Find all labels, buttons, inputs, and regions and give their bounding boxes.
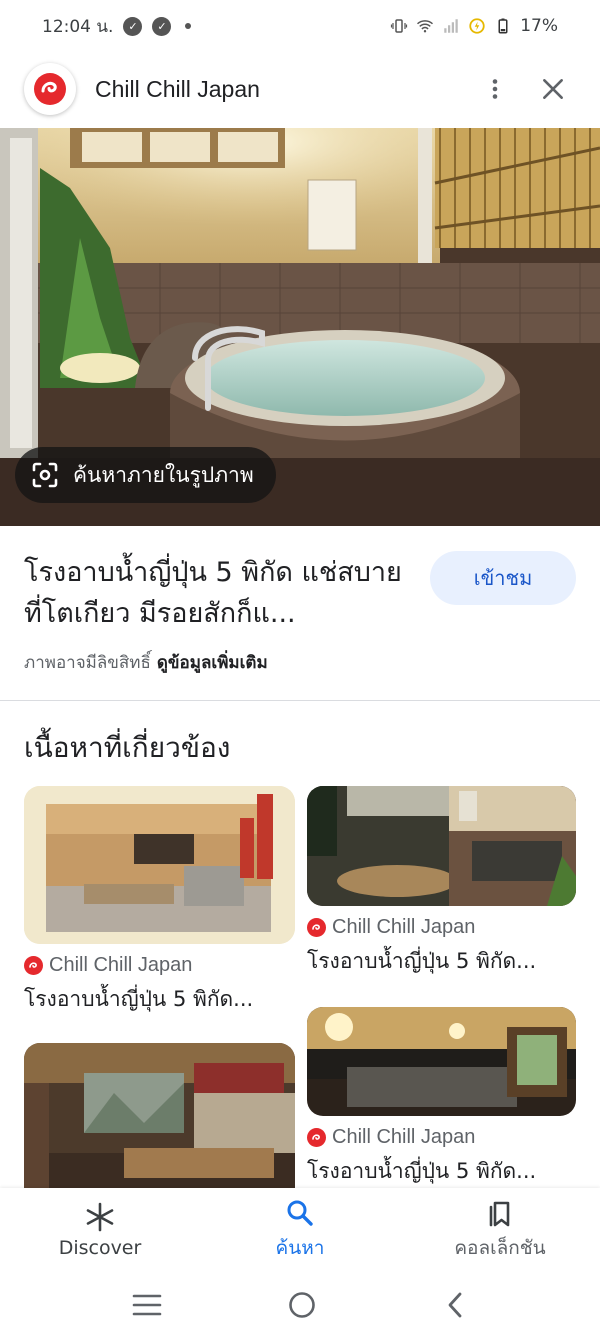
close-icon bbox=[543, 79, 563, 99]
lens-label: ค้นหาภายในรูปภาพ bbox=[73, 462, 254, 487]
card-source: Chill Chill Japan bbox=[307, 1126, 576, 1149]
card-source-name: Chill Chill Japan bbox=[332, 916, 476, 938]
signal-icon bbox=[444, 19, 458, 33]
status-time: 12:04 น. bbox=[42, 16, 114, 37]
card-source-name: Chill Chill Japan bbox=[49, 954, 193, 976]
nav-label: ค้นหา bbox=[275, 1237, 325, 1259]
card-title: โรงอาบน้ำญี่ปุ่น 5 พิกัด... bbox=[307, 1159, 537, 1183]
card-title: โรงอาบน้ำญี่ปุ่น 5 พิกัด... bbox=[24, 987, 254, 1011]
related-card[interactable] bbox=[24, 1043, 295, 1203]
related-card[interactable]: Chill Chill Japan โรงอาบน้ำญี่ปุ่น 5 พิก… bbox=[24, 786, 295, 1016]
vibrate-icon bbox=[391, 19, 408, 33]
copyright-line: ภาพอาจมีลิขสิทธิ์ ดูข้อมูลเพิ่มเติม bbox=[24, 649, 268, 676]
result-title[interactable]: โรงอาบน้ำญี่ปุ่น 5 พิกัด แช่สบายที่โตเกี… bbox=[24, 552, 409, 636]
app-header: Chill Chill Japan bbox=[0, 56, 600, 122]
related-card-image[interactable] bbox=[307, 1007, 576, 1116]
back-icon[interactable] bbox=[442, 1290, 468, 1320]
nav-collections[interactable]: คอลเล็กชัน bbox=[400, 1188, 600, 1272]
status-bar: 12:04 น. ✓ ✓ 17% bbox=[0, 0, 600, 52]
more-options-button[interactable] bbox=[466, 60, 524, 118]
chill-chill-japan-logo-icon bbox=[34, 73, 66, 105]
more-notifications-icon bbox=[185, 23, 192, 29]
search-icon bbox=[287, 1200, 313, 1226]
recent-apps-icon[interactable] bbox=[132, 1292, 162, 1318]
asterisk-icon bbox=[86, 1202, 114, 1232]
close-button[interactable] bbox=[524, 60, 582, 118]
card-title: โรงอาบน้ำญี่ปุ่น 5 พิกัด... bbox=[307, 949, 537, 973]
home-icon[interactable] bbox=[287, 1290, 317, 1320]
more-info-link[interactable]: ดูข้อมูลเพิ่มเติม bbox=[157, 653, 268, 673]
bath-photo bbox=[24, 786, 295, 944]
card-source-name: Chill Chill Japan bbox=[332, 1126, 476, 1148]
hero-image[interactable]: ค้นหาภายในรูปภาพ bbox=[0, 128, 600, 526]
bookmarks-icon bbox=[489, 1201, 510, 1227]
chill-chill-japan-logo-icon bbox=[307, 918, 326, 937]
more-vert-icon bbox=[492, 79, 498, 99]
status-right: 17% bbox=[390, 16, 558, 36]
wifi-icon bbox=[417, 20, 434, 33]
power-saving-icon bbox=[469, 18, 485, 34]
related-card-image[interactable] bbox=[24, 786, 295, 944]
related-card-image[interactable] bbox=[24, 1043, 295, 1203]
related-heading: เนื้อหาที่เกี่ยวข้อง bbox=[24, 731, 231, 764]
notification-icon: ✓ bbox=[152, 16, 172, 36]
chill-chill-japan-logo-icon bbox=[307, 1128, 326, 1147]
battery-percent: 17% bbox=[520, 16, 558, 36]
chill-chill-japan-logo-icon bbox=[24, 956, 43, 975]
status-left: 12:04 น. ✓ ✓ bbox=[42, 13, 192, 40]
card-source: Chill Chill Japan bbox=[307, 916, 576, 939]
header-actions bbox=[466, 60, 600, 118]
search-inside-image-button[interactable]: ค้นหาภายในรูปภาพ bbox=[15, 447, 276, 503]
divider bbox=[0, 700, 600, 701]
nav-label: คอลเล็กชัน bbox=[454, 1237, 546, 1259]
copyright-notice: ภาพอาจมีลิขสิทธิ์ bbox=[24, 653, 151, 673]
card-source: Chill Chill Japan bbox=[24, 954, 295, 977]
bath-photo bbox=[307, 786, 576, 906]
notification-icon: ✓ bbox=[123, 16, 143, 36]
nav-discover[interactable]: Discover bbox=[0, 1188, 200, 1272]
related-card-image[interactable] bbox=[307, 786, 576, 906]
bath-photo bbox=[24, 1043, 295, 1203]
system-nav bbox=[0, 1272, 600, 1338]
nav-label: Discover bbox=[58, 1237, 142, 1259]
bottom-nav: Discover ค้นหา คอลเล็กชัน bbox=[0, 1188, 600, 1272]
related-card[interactable]: Chill Chill Japan โรงอาบน้ำญี่ปุ่น 5 พิก… bbox=[307, 786, 576, 978]
battery-icon bbox=[498, 18, 508, 34]
site-logo[interactable] bbox=[24, 63, 76, 115]
lens-icon bbox=[32, 462, 58, 488]
nav-search[interactable]: ค้นหา bbox=[200, 1188, 400, 1272]
visit-button[interactable]: เข้าชม bbox=[430, 551, 576, 605]
site-name: Chill Chill Japan bbox=[95, 75, 260, 102]
bath-photo bbox=[307, 1007, 576, 1116]
related-card[interactable]: Chill Chill Japan โรงอาบน้ำญี่ปุ่น 5 พิก… bbox=[307, 1007, 576, 1188]
